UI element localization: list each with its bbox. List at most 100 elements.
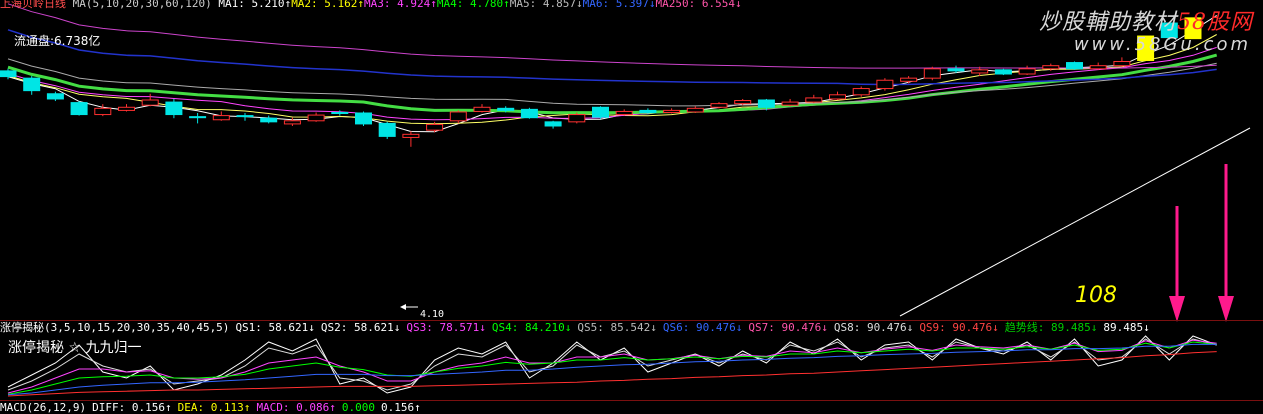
candle-body: [686, 107, 704, 113]
indicator-value: QS9: 90.476↓: [919, 321, 999, 334]
candle[interactable]: [876, 78, 894, 91]
candle-body: [710, 103, 728, 108]
candle[interactable]: [994, 68, 1012, 76]
candle-body: [781, 101, 799, 106]
indicator-line-5: [7, 343, 1217, 396]
ma-value: MA6: 5.397↓: [582, 0, 656, 10]
ma-params: MA(5,10,20,30,60,120): [72, 0, 212, 10]
candle-body: [876, 79, 894, 90]
candle[interactable]: [473, 104, 491, 113]
candle[interactable]: [212, 111, 230, 121]
candle[interactable]: [615, 109, 633, 116]
indicator-value: QS4: 84.210↓: [491, 321, 572, 334]
indicator-value: 趋势线: 89.485↓: [1004, 321, 1098, 334]
candle[interactable]: [592, 106, 609, 119]
candle[interactable]: [686, 106, 704, 113]
ma-values: MA1: 5.210↑MA2: 5.162↑MA3: 4.924↑MA4: 4.…: [218, 0, 741, 10]
candle-body: [1018, 68, 1036, 75]
candle-body: [378, 122, 396, 137]
candle-body: [118, 106, 135, 111]
annotation-text: 108: [1075, 283, 1117, 308]
ma-value: MA4: 4.780↑: [436, 0, 510, 10]
candle[interactable]: [260, 115, 278, 124]
candle-body: [212, 115, 230, 121]
ma-value: MA3: 4.924↑: [364, 0, 437, 10]
candle[interactable]: [923, 66, 941, 81]
moving-average-lines: [7, 3, 1251, 317]
candle[interactable]: [189, 113, 207, 124]
candle-body: [307, 114, 325, 122]
macd-value: 0.156↑: [381, 401, 421, 414]
kline-chart[interactable]: [0, 0, 1263, 410]
candle-body: [947, 68, 965, 72]
candle-body: [829, 94, 846, 100]
candle-body: [94, 107, 112, 116]
candle-body: [46, 93, 64, 100]
candle[interactable]: [639, 108, 657, 114]
candle[interactable]: [805, 94, 823, 104]
candle[interactable]: [1066, 61, 1083, 70]
ma-value: MA250: 6.554↓: [655, 0, 742, 10]
candle-body: [473, 106, 491, 112]
candle-body: [1113, 61, 1131, 67]
candle[interactable]: [1018, 65, 1036, 76]
candle-body: [544, 121, 562, 127]
indicator-line-6: [7, 351, 1217, 397]
ma-value: MA1: 5.210↑: [218, 0, 292, 10]
candle-body: [663, 109, 681, 113]
candle-body: [355, 112, 372, 125]
candle[interactable]: [23, 76, 41, 95]
candle-body: [497, 107, 515, 111]
candle-body: [923, 68, 941, 79]
indicator-value: QS2: 58.621↓: [320, 321, 401, 334]
ma-line-7: [7, 3, 1217, 69]
macd-header: MACD(26,12,9) DIFF: 0.156↑ DEA: 0.113↑ MACD…: [0, 402, 433, 414]
candle-body: [449, 111, 467, 122]
candle-body: [734, 100, 752, 105]
macd-params: MACD(26,12,9): [0, 401, 87, 414]
candle[interactable]: [900, 76, 918, 84]
arrowhead-1: [1169, 296, 1185, 322]
candle[interactable]: [118, 104, 135, 112]
candle[interactable]: [46, 91, 64, 102]
candle[interactable]: [1089, 62, 1107, 70]
candle-body: [70, 102, 88, 116]
indicator-header: 涨停揭秘(3,5,10,15,20,30,35,40,45,5) QS1: 58.…: [0, 322, 1162, 334]
indicator-line-1: [7, 335, 1217, 394]
candle[interactable]: [568, 112, 586, 124]
ma-value: MA2: 5.162↑: [291, 0, 365, 10]
candle-body: [1089, 65, 1107, 70]
candle-body: [331, 111, 349, 115]
candle[interactable]: [307, 112, 325, 122]
candle[interactable]: [402, 131, 420, 147]
candle-body: [1066, 62, 1083, 70]
candle[interactable]: [663, 108, 681, 114]
stock-title: 上海贝岭日线: [0, 0, 66, 10]
candle[interactable]: [378, 121, 396, 139]
ma-line-4: [7, 53, 1218, 115]
candle[interactable]: [544, 120, 562, 129]
indicator-value: QS7: 90.476↓: [748, 321, 828, 334]
annotation-arrows: [1169, 164, 1234, 322]
candle[interactable]: [1113, 57, 1131, 67]
candle-body: [236, 115, 254, 118]
indicator-value: QS3: 78.571↓: [406, 321, 486, 334]
candle[interactable]: [710, 102, 728, 109]
macd-value: DIFF: 0.156↑: [92, 401, 172, 414]
candle[interactable]: [781, 98, 799, 107]
candle-body: [615, 110, 633, 116]
float-share-label: 流通盘:6.738亿: [14, 34, 101, 48]
candle[interactable]: [236, 113, 254, 121]
candle-body: [1042, 65, 1060, 70]
candle[interactable]: [165, 98, 183, 119]
indicator-value: 89.485↓: [1103, 321, 1150, 334]
candle[interactable]: [520, 107, 538, 119]
candle[interactable]: [141, 93, 159, 107]
candle-body: [402, 133, 420, 138]
candle[interactable]: [355, 111, 372, 126]
indicator-value: QS1: 58.621↓: [235, 321, 315, 334]
candle[interactable]: [829, 91, 846, 100]
candle[interactable]: [70, 101, 88, 116]
arrowhead-2: [1218, 296, 1234, 322]
indicator-value: QS5: 85.542↓: [577, 321, 657, 334]
